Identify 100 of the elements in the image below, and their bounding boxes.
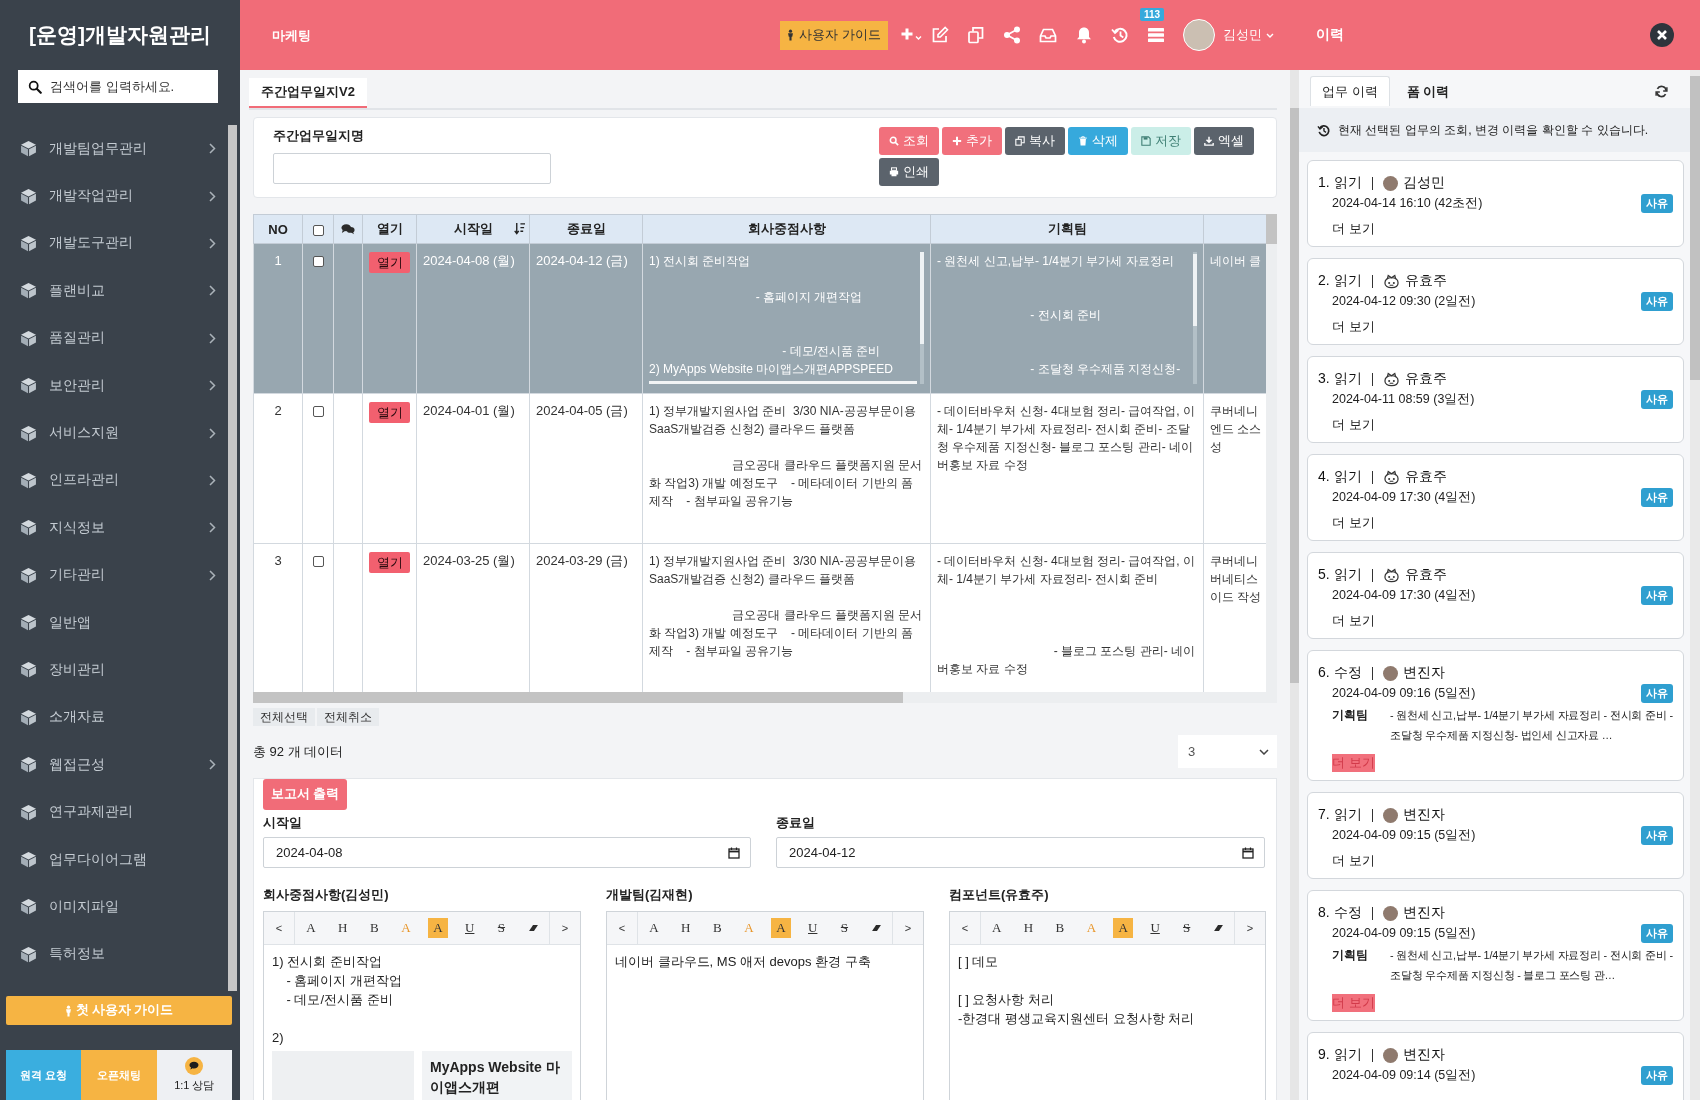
date-field[interactable]: 2024-04-08 (263, 837, 751, 868)
rich-text-editor[interactable]: < A H B A A U S > [ ] 데모 [ ] 요청사항 처리 -한경대 평생교육지원센터 요청사항 처리 (949, 911, 1266, 1100)
scrollbar[interactable] (1690, 70, 1700, 1100)
rich-text-editor[interactable]: < A H B A A U S > 네이버 클라우드, MS 애저 devops 환경 구축 (606, 911, 924, 1100)
scrollbar[interactable] (649, 381, 917, 384)
column-header[interactable]: 열기 (362, 214, 417, 244)
more-link[interactable]: 더 보기 (1332, 318, 1375, 336)
more-link[interactable]: 더 보기 (1332, 514, 1375, 532)
bold-button[interactable]: B (358, 912, 391, 944)
sidebar-item[interactable]: 서비스지원 (0, 409, 228, 457)
table-row[interactable]: 1 열기 2024-04-08 (월) 2024-04-12 (금) 1) 전시회 준비작업 - 홈페이지 개편작업 - 데모/전시품 준비 2) MyApps Website 마이앱스개편APPSPEED - 원천세 신고,납부- 1/4분기 부가세 자료정리 - 전시회 준비 - 조달청 우수제품 지정신청- 네이버 클 (253, 243, 1266, 394)
sidebar-item[interactable]: 개발도구관리 (0, 219, 228, 268)
sidebar-item[interactable]: 연구과제관리 (0, 788, 228, 836)
sidebar-item[interactable]: 지식정보 (0, 504, 228, 552)
refresh-icon[interactable] (1655, 84, 1668, 98)
font-button[interactable]: A (295, 912, 327, 944)
scrollbar[interactable] (1193, 252, 1197, 384)
bold-button[interactable]: B (1044, 912, 1076, 944)
open-button[interactable]: 열기 (369, 252, 410, 273)
sidebar-item[interactable]: 이미지파일 (0, 883, 228, 931)
scrollbar[interactable] (253, 692, 1266, 703)
checkbox[interactable] (312, 406, 324, 418)
prev-button[interactable]: < (607, 912, 638, 944)
table-row[interactable] (253, 543, 1266, 692)
print-button[interactable]: 인쇄 (879, 158, 939, 186)
scrollbar[interactable] (920, 252, 924, 384)
tab[interactable]: 폼 이력 (1394, 76, 1462, 106)
copy-button[interactable]: 복사 (1005, 127, 1065, 155)
sidebar-item[interactable]: 일반앱 (0, 598, 228, 647)
more-link[interactable]: 더 보기 (1332, 852, 1375, 870)
share-icon[interactable] (1003, 26, 1021, 44)
scrollbar[interactable] (1290, 70, 1299, 1100)
sidebar-item[interactable]: 보안관리 (0, 361, 228, 410)
strikethrough-button[interactable]: S (1170, 912, 1203, 944)
tab[interactable]: 업무 이력 (1310, 76, 1390, 106)
sidebar-item[interactable]: 개발작업관리 (0, 172, 228, 220)
sidebar-item[interactable]: 장비관리 (0, 646, 228, 694)
heading-button[interactable]: H (669, 912, 702, 944)
excel-button[interactable]: 엑셀 (1194, 127, 1254, 155)
open-button[interactable]: 열기 (369, 552, 410, 573)
checkbox[interactable] (312, 556, 324, 568)
page-size-select[interactable]: 3 (1178, 735, 1277, 768)
next-button[interactable]: > (549, 912, 580, 944)
next-button[interactable]: > (1234, 912, 1265, 944)
sidebar-item[interactable]: 소개자료 (0, 693, 228, 742)
history-icon[interactable] (1111, 26, 1129, 44)
next-button[interactable]: > (892, 912, 923, 944)
sidebar-item[interactable]: 인프라관리 (0, 456, 228, 505)
input-field[interactable] (273, 153, 551, 184)
font-button[interactable]: A (638, 912, 670, 944)
prev-button[interactable]: < (950, 912, 981, 944)
sidebar-item[interactable]: 품질관리 (0, 314, 228, 362)
sidebar-item[interactable]: 특허정보 (0, 930, 228, 979)
sidebar-item[interactable]: 업무다이어그램 (0, 835, 228, 884)
scrollbar[interactable] (1266, 214, 1277, 703)
sidebar-item[interactable]: 기타관리 (0, 551, 228, 599)
more-link[interactable]: 더 보기 (1332, 220, 1375, 238)
prev-button[interactable]: < (264, 912, 295, 944)
highlight-button[interactable]: A (1113, 918, 1134, 938)
table-row[interactable] (253, 393, 1266, 544)
underline-button[interactable]: U (453, 912, 486, 944)
sidebar-item[interactable]: 웹접근성 (0, 741, 228, 789)
heading-button[interactable]: H (1012, 912, 1045, 944)
user-guide-button[interactable]: 사용자 가이드 (780, 20, 888, 50)
more-link[interactable]: 더 보기 (1332, 612, 1375, 630)
highlight-button[interactable]: A (427, 918, 448, 938)
date-field[interactable]: 2024-04-12 (776, 837, 1265, 868)
open-button[interactable]: 열기 (369, 402, 410, 423)
strikethrough-button[interactable]: S (485, 912, 518, 944)
column-header[interactable]: 기획팀 (930, 214, 1204, 244)
column-header[interactable]: 종료일 (529, 214, 643, 244)
sidebar-item[interactable]: 플랜비교 (0, 267, 228, 315)
font-button[interactable]: A (981, 912, 1013, 944)
rich-text-editor[interactable]: < A H B A A U S > 1) 전시회 준비작업 - 홈페이지 개편작업 - 데모/전시품 준비 2) MyApps Website 마이앱스개편 (263, 911, 581, 1100)
consult-button[interactable]: 1:1 상담 (156, 1050, 232, 1100)
column-header[interactable]: 시작일 (416, 214, 530, 244)
copy-icon[interactable] (967, 26, 985, 44)
link-preview-card[interactable]: MyApps Website 마이앱스개편 (422, 1051, 572, 1100)
list-icon[interactable] (1147, 26, 1165, 44)
avatar[interactable] (1183, 19, 1215, 51)
sidebar-item[interactable]: 개발팀업무관리 (0, 125, 228, 173)
underline-button[interactable]: U (796, 912, 829, 944)
bulk-action-button[interactable]: 전체선택 (253, 708, 315, 726)
strikethrough-button[interactable]: S (828, 912, 861, 944)
bell-icon[interactable] (1075, 26, 1093, 44)
checkbox[interactable] (312, 224, 324, 236)
more-link[interactable]: 더 보기 (1332, 416, 1375, 434)
inbox-icon[interactable] (1039, 26, 1057, 44)
search-field[interactable]: 검색어를 입력하세요. (18, 70, 218, 103)
checkbox[interactable] (312, 256, 324, 268)
bold-button[interactable]: B (701, 912, 734, 944)
plus-dropdown-icon[interactable] (900, 27, 922, 43)
column-header[interactable]: NO (253, 214, 303, 244)
edit-icon[interactable] (931, 26, 949, 44)
highlight-button[interactable]: A (770, 918, 791, 938)
underline-button[interactable]: U (1139, 912, 1171, 944)
column-header[interactable]: 회사중점사항 (642, 214, 931, 244)
close-icon[interactable] (1650, 23, 1674, 47)
bulk-action-button[interactable]: 전체취소 (317, 708, 379, 726)
tab[interactable]: 주간업무일지V2 (249, 78, 367, 108)
